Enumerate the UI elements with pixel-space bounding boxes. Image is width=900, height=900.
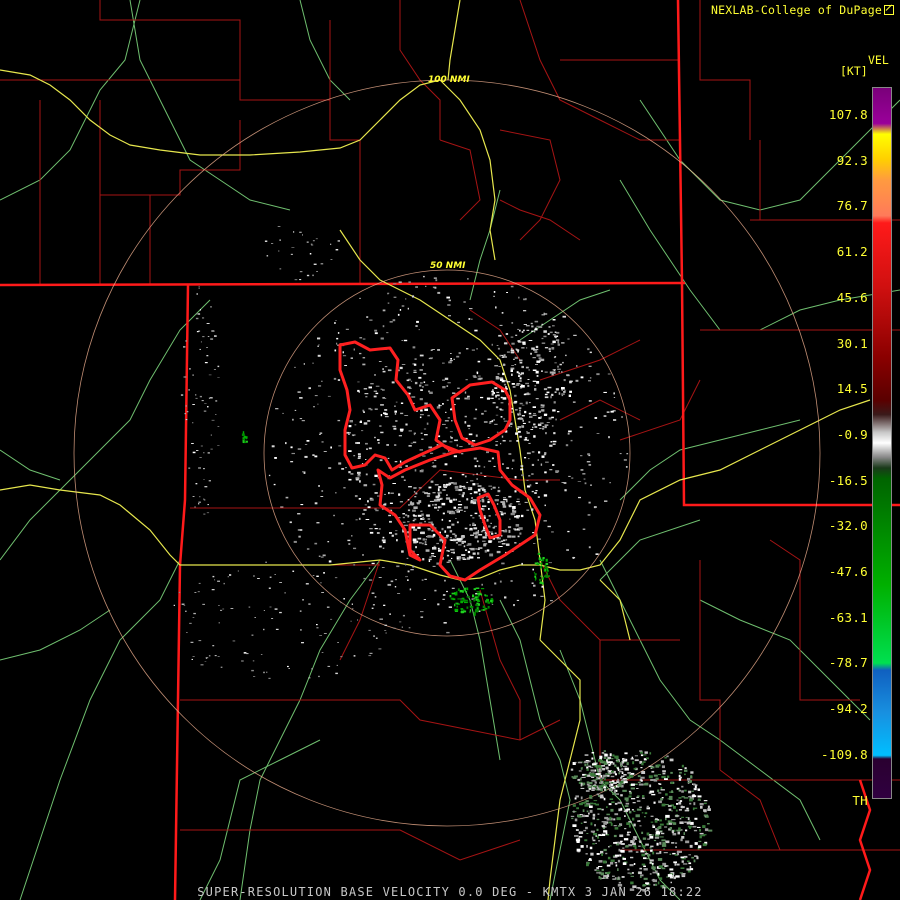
range-ring-100-label: 100 NMI: [428, 75, 470, 85]
legend-tick: 30.1: [836, 335, 868, 351]
county-borders-layer: [0, 0, 900, 861]
legend-tick: TH: [852, 792, 868, 808]
legend-tick: 61.2: [836, 244, 868, 260]
warning-polygons[interactable]: [338, 340, 542, 582]
nexlab-logo-icon: [884, 5, 894, 15]
highways-layer: [0, 0, 871, 900]
legend-tick: -109.8: [821, 746, 868, 762]
velocity-color-scale: [872, 87, 892, 799]
legend-tick: -0.9: [836, 426, 868, 442]
legend-title: VEL: [868, 53, 889, 67]
legend-tick: 92.3: [836, 152, 868, 168]
legend-tick: 14.5: [836, 381, 868, 397]
legend-tick: -94.2: [828, 701, 868, 717]
product-footer: SUPER-RESOLUTION BASE VELOCITY 0.0 DEG -…: [197, 885, 703, 899]
radar-map-view: 50 NMI 100 NMI NEXLAB-College of DuPage …: [0, 0, 900, 900]
legend-tick: -16.5: [828, 472, 868, 488]
legend-tick: -47.6: [828, 564, 868, 579]
legend-tick: 107.8: [828, 107, 868, 122]
legend-tick: -32.0: [828, 518, 868, 534]
radar-map-canvas[interactable]: 50 NMI 100 NMI: [0, 0, 900, 900]
range-ring-50-label: 50 NMI: [430, 261, 466, 271]
legend-tick: 45.6: [836, 289, 868, 305]
warning-polygon-west[interactable]: [338, 340, 462, 472]
legend-ticks: 107.8 92.3 76.7 61.2 45.6 30.1 14.5 -0.9 -16.5 -3…: [810, 0, 868, 900]
radar-echo-layer: [173, 226, 713, 892]
legend-tick: -78.7: [828, 655, 868, 671]
legend-tick: -63.1: [828, 609, 868, 625]
legend-tick: 76.7: [836, 198, 868, 214]
